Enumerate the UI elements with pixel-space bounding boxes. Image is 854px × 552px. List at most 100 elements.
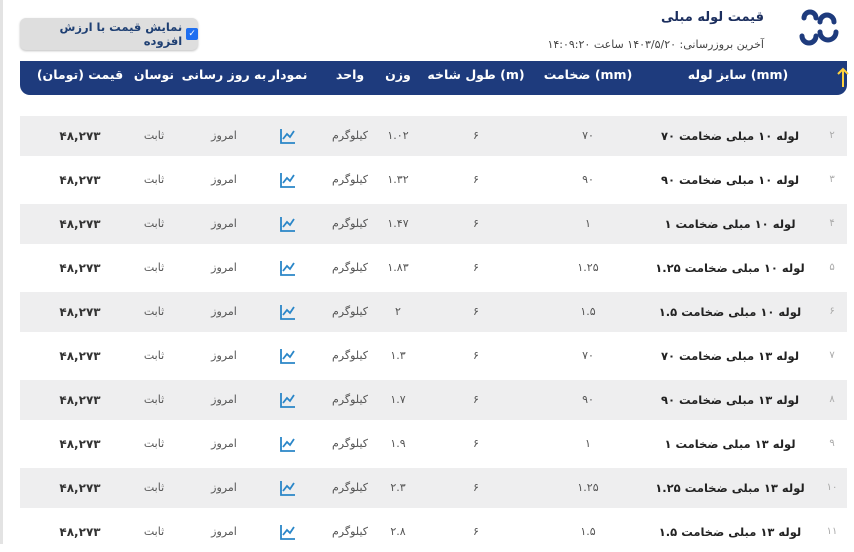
cell-unit: کیلوگرم bbox=[332, 173, 368, 186]
chart-icon[interactable] bbox=[279, 347, 297, 365]
cell-thickness: ۱ bbox=[585, 437, 591, 450]
chart-icon[interactable] bbox=[279, 523, 297, 541]
cell-price: ۴۸,۲۷۳ bbox=[59, 481, 101, 495]
cell-unit: کیلوگرم bbox=[332, 481, 368, 494]
cell-price: ۴۸,۲۷۳ bbox=[59, 305, 101, 319]
cell-trend: ثابت bbox=[143, 217, 165, 230]
cell-price: ۴۸,۲۷۳ bbox=[59, 525, 101, 539]
table-row[interactable]: ۴۸,۲۷۳ ثابت امروز کیلوگرم ۱.۰۲ ۶ ۷۰ لوله ۱۰ مبل… bbox=[20, 116, 847, 156]
cell-trend: ثابت bbox=[143, 173, 165, 186]
table-row[interactable]: ۴۸,۲۷۳ ثابت امروز کیلوگرم ۱.۳۲ ۶ ۹۰ لوله ۱۰ مبل… bbox=[20, 160, 847, 200]
cell-weight: ۱.۷ bbox=[390, 393, 406, 406]
table-row[interactable]: ۴۸,۲۷۳ ثابت امروز کیلوگرم ۱.۳ ۶ ۷۰ لوله ۱۳ مبلی… bbox=[20, 336, 847, 376]
cell-price: ۴۸,۲۷۳ bbox=[59, 129, 101, 143]
cell-trend: ثابت bbox=[143, 261, 165, 274]
cell-unit: کیلوگرم bbox=[332, 217, 368, 230]
chart-icon[interactable] bbox=[279, 127, 297, 145]
chart-icon[interactable] bbox=[279, 171, 297, 189]
vat-toggle-label: نمایش قیمت با ارزش افزوده bbox=[59, 20, 183, 48]
cell-length: ۶ bbox=[473, 173, 479, 186]
table-row[interactable]: ۴۸,۲۷۳ ثابت امروز کیلوگرم ۱.۴۷ ۶ ۱ لوله ۱۰ مبلی… bbox=[20, 204, 847, 244]
cell-updated: امروز bbox=[211, 129, 237, 142]
col-chart[interactable]: نمودار bbox=[269, 67, 308, 82]
table-row[interactable]: ۴۸,۲۷۳ ثابت امروز کیلوگرم ۲.۳ ۶ ۱.۲۵ لوله ۱۳ مب… bbox=[20, 468, 847, 508]
vat-checkbox[interactable]: ✓ bbox=[186, 28, 198, 40]
table-row[interactable]: ۴۸,۲۷۳ ثابت امروز کیلوگرم ۱.۷ ۶ ۹۰ لوله ۱۳ مبلی… bbox=[20, 380, 847, 420]
cell-thickness: ۹۰ bbox=[582, 173, 594, 186]
cell-weight: ۲.۸ bbox=[390, 525, 406, 538]
chart-icon[interactable] bbox=[279, 479, 297, 497]
cell-weight: ۱.۸۳ bbox=[387, 261, 409, 274]
cell-name: لوله ۱۰ مبلی ضخامت ۱.۲۵ bbox=[655, 261, 805, 275]
cell-length: ۶ bbox=[473, 217, 479, 230]
cell-name: لوله ۱۳ مبلی ضخامت ۱.۵ bbox=[658, 525, 802, 539]
cell-updated: امروز bbox=[211, 393, 237, 406]
cell-thickness: ۷۰ bbox=[582, 349, 594, 362]
cell-weight: ۱.۹ bbox=[390, 437, 406, 450]
table-row[interactable]: ۴۸,۲۷۳ ثابت امروز کیلوگرم ۱.۹ ۶ ۱ لوله ۱۳ مبلی … bbox=[20, 424, 847, 464]
col-thickness[interactable]: ضخامت (mm) bbox=[544, 67, 633, 82]
cell-weight: ۱.۴۷ bbox=[387, 217, 409, 230]
cell-name: لوله ۱۳ مبلی ضخامت ۱.۲۵ bbox=[655, 481, 805, 495]
table-row[interactable]: ۴۸,۲۷۳ ثابت امروز کیلوگرم ۲.۸ ۶ ۱.۵ لوله ۱۳ مبل… bbox=[20, 512, 847, 552]
chart-icon[interactable] bbox=[279, 215, 297, 233]
cell-updated: امروز bbox=[211, 437, 237, 450]
cell-price: ۴۸,۲۷۳ bbox=[59, 217, 101, 231]
chart-icon[interactable] bbox=[279, 391, 297, 409]
cell-price: ۴۸,۲۷۳ bbox=[59, 393, 101, 407]
col-weight[interactable]: وزن bbox=[385, 67, 411, 82]
cell-updated: امروز bbox=[211, 217, 237, 230]
price-page: ✓ نمایش قیمت با ارزش افزوده قیمت لوله مب… bbox=[0, 0, 854, 552]
cell-length: ۶ bbox=[473, 393, 479, 406]
cell-length: ۶ bbox=[473, 525, 479, 538]
cell-idx: ۸ bbox=[829, 394, 835, 405]
table-row[interactable]: ۴۸,۲۷۳ ثابت امروز کیلوگرم ۱.۸۳ ۶ ۱.۲۵ لوله ۱۰ م… bbox=[20, 248, 847, 288]
cell-thickness: ۱.۵ bbox=[580, 305, 596, 318]
col-unit[interactable]: واحد bbox=[336, 67, 364, 82]
page-title: قیمت لوله مبلی bbox=[661, 10, 764, 25]
table-row[interactable]: ۴۸,۲۷۳ ثابت امروز کیلوگرم ۲ ۶ ۱.۵ لوله ۱۰ مبلی … bbox=[20, 292, 847, 332]
last-update: آخرین بروزرسانی: ۱۴۰۳/۵/۲۰ ساعت ۱۴:۰۹:۲۰ bbox=[547, 38, 764, 51]
cell-unit: کیلوگرم bbox=[332, 305, 368, 318]
table-header: قیمت (تومان) نوسان به روز رسانی نمودار و… bbox=[20, 61, 849, 95]
cell-weight: ۱.۳ bbox=[390, 349, 406, 362]
cell-thickness: ۱.۵ bbox=[580, 525, 596, 538]
cell-name: لوله ۱۰ مبلی ضخامت ۷۰ bbox=[660, 129, 800, 143]
cell-name: لوله ۱۳ مبلی ضخامت ۷۰ bbox=[660, 349, 800, 363]
cell-updated: امروز bbox=[211, 349, 237, 362]
cell-idx: ۴ bbox=[829, 218, 835, 229]
cell-idx: ۵ bbox=[829, 262, 835, 273]
col-size[interactable]: سایز لوله (mm) bbox=[688, 67, 788, 82]
cell-trend: ثابت bbox=[143, 525, 165, 538]
cell-idx: ۳ bbox=[829, 174, 835, 185]
left-border bbox=[0, 0, 3, 544]
brand-logo-icon[interactable] bbox=[796, 8, 846, 50]
col-updated[interactable]: به روز رسانی bbox=[182, 67, 267, 82]
cell-updated: امروز bbox=[211, 481, 237, 494]
cell-thickness: ۱ bbox=[585, 217, 591, 230]
col-length[interactable]: طول شاخه (m) bbox=[427, 67, 524, 82]
cell-updated: امروز bbox=[211, 525, 237, 538]
cell-weight: ۲.۳ bbox=[390, 481, 406, 494]
cell-thickness: ۹۰ bbox=[582, 393, 594, 406]
chart-icon[interactable] bbox=[279, 259, 297, 277]
cell-name: لوله ۱۰ مبلی ضخامت ۱ bbox=[664, 217, 796, 231]
cell-name: لوله ۱۰ مبلی ضخامت ۹۰ bbox=[660, 173, 800, 187]
cell-unit: کیلوگرم bbox=[332, 349, 368, 362]
cell-unit: کیلوگرم bbox=[332, 129, 368, 142]
cell-price: ۴۸,۲۷۳ bbox=[59, 261, 101, 275]
chart-icon[interactable] bbox=[279, 435, 297, 453]
cell-weight: ۱.۳۲ bbox=[387, 173, 409, 186]
cell-name: لوله ۱۰ مبلی ضخامت ۱.۵ bbox=[658, 305, 802, 319]
cell-weight: ۱.۰۲ bbox=[387, 129, 409, 142]
cell-trend: ثابت bbox=[143, 481, 165, 494]
sort-icon[interactable] bbox=[834, 65, 852, 91]
cell-updated: امروز bbox=[211, 173, 237, 186]
cell-name: لوله ۱۳ مبلی ضخامت ۹۰ bbox=[660, 393, 800, 407]
cell-thickness: ۱.۲۵ bbox=[577, 261, 599, 274]
cell-idx: ۶ bbox=[829, 306, 835, 317]
chart-icon[interactable] bbox=[279, 303, 297, 321]
vat-toggle[interactable]: ✓ نمایش قیمت با ارزش افزوده bbox=[20, 18, 198, 50]
col-trend[interactable]: نوسان bbox=[134, 67, 174, 82]
col-price[interactable]: قیمت (تومان) bbox=[37, 67, 123, 82]
